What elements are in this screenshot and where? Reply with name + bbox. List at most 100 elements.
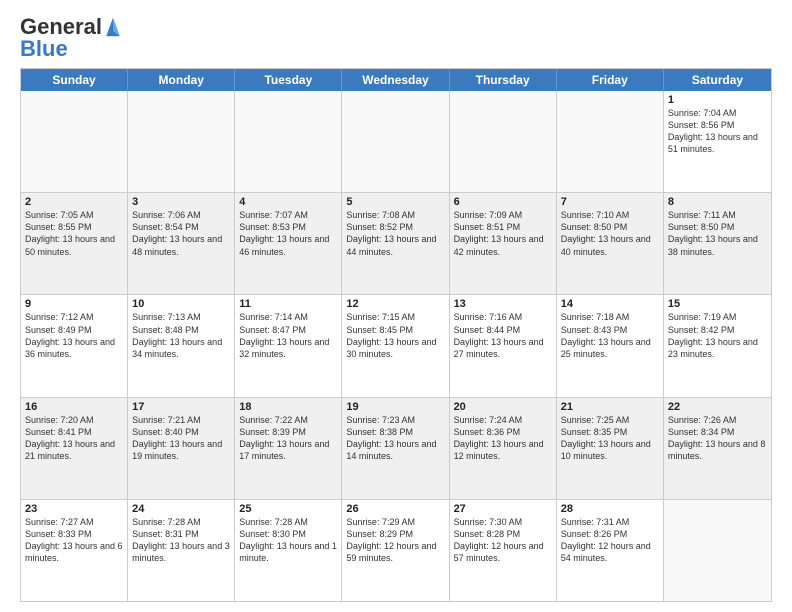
day-number: 3: [132, 196, 230, 208]
calendar-cell: 23Sunrise: 7:27 AM Sunset: 8:33 PM Dayli…: [21, 500, 128, 601]
cell-info: Sunrise: 7:19 AM Sunset: 8:42 PM Dayligh…: [668, 311, 767, 360]
cell-info: Sunrise: 7:07 AM Sunset: 8:53 PM Dayligh…: [239, 209, 337, 258]
calendar-row-4: 23Sunrise: 7:27 AM Sunset: 8:33 PM Dayli…: [21, 499, 771, 601]
header-thursday: Thursday: [450, 69, 557, 91]
day-number: 1: [668, 94, 767, 106]
calendar-cell: 13Sunrise: 7:16 AM Sunset: 8:44 PM Dayli…: [450, 295, 557, 396]
cell-info: Sunrise: 7:23 AM Sunset: 8:38 PM Dayligh…: [346, 414, 444, 463]
day-number: 10: [132, 298, 230, 310]
calendar-cell: 24Sunrise: 7:28 AM Sunset: 8:31 PM Dayli…: [128, 500, 235, 601]
cell-info: Sunrise: 7:14 AM Sunset: 8:47 PM Dayligh…: [239, 311, 337, 360]
logo-text: General: [20, 16, 102, 38]
calendar-row-0: 1Sunrise: 7:04 AM Sunset: 8:56 PM Daylig…: [21, 91, 771, 192]
cell-info: Sunrise: 7:05 AM Sunset: 8:55 PM Dayligh…: [25, 209, 123, 258]
calendar-cell: 22Sunrise: 7:26 AM Sunset: 8:34 PM Dayli…: [664, 398, 771, 499]
header-saturday: Saturday: [664, 69, 771, 91]
cell-info: Sunrise: 7:24 AM Sunset: 8:36 PM Dayligh…: [454, 414, 552, 463]
cell-info: Sunrise: 7:21 AM Sunset: 8:40 PM Dayligh…: [132, 414, 230, 463]
cell-info: Sunrise: 7:08 AM Sunset: 8:52 PM Dayligh…: [346, 209, 444, 258]
cell-info: Sunrise: 7:04 AM Sunset: 8:56 PM Dayligh…: [668, 107, 767, 156]
calendar-cell: 7Sunrise: 7:10 AM Sunset: 8:50 PM Daylig…: [557, 193, 664, 294]
calendar-cell: 19Sunrise: 7:23 AM Sunset: 8:38 PM Dayli…: [342, 398, 449, 499]
calendar-cell: 8Sunrise: 7:11 AM Sunset: 8:50 PM Daylig…: [664, 193, 771, 294]
cell-info: Sunrise: 7:10 AM Sunset: 8:50 PM Dayligh…: [561, 209, 659, 258]
header-tuesday: Tuesday: [235, 69, 342, 91]
day-number: 23: [25, 503, 123, 515]
day-number: 26: [346, 503, 444, 515]
cell-info: Sunrise: 7:16 AM Sunset: 8:44 PM Dayligh…: [454, 311, 552, 360]
calendar-cell: 14Sunrise: 7:18 AM Sunset: 8:43 PM Dayli…: [557, 295, 664, 396]
cell-info: Sunrise: 7:12 AM Sunset: 8:49 PM Dayligh…: [25, 311, 123, 360]
calendar-cell: 16Sunrise: 7:20 AM Sunset: 8:41 PM Dayli…: [21, 398, 128, 499]
header: General Blue: [20, 16, 772, 60]
calendar-row-2: 9Sunrise: 7:12 AM Sunset: 8:49 PM Daylig…: [21, 294, 771, 396]
calendar-cell: [235, 91, 342, 192]
day-number: 13: [454, 298, 552, 310]
cell-info: Sunrise: 7:31 AM Sunset: 8:26 PM Dayligh…: [561, 516, 659, 565]
cell-info: Sunrise: 7:15 AM Sunset: 8:45 PM Dayligh…: [346, 311, 444, 360]
calendar-cell: [342, 91, 449, 192]
calendar-cell: 17Sunrise: 7:21 AM Sunset: 8:40 PM Dayli…: [128, 398, 235, 499]
calendar-cell: 26Sunrise: 7:29 AM Sunset: 8:29 PM Dayli…: [342, 500, 449, 601]
day-number: 2: [25, 196, 123, 208]
day-number: 16: [25, 401, 123, 413]
calendar-cell: 12Sunrise: 7:15 AM Sunset: 8:45 PM Dayli…: [342, 295, 449, 396]
calendar-cell: [664, 500, 771, 601]
day-number: 6: [454, 196, 552, 208]
cell-info: Sunrise: 7:27 AM Sunset: 8:33 PM Dayligh…: [25, 516, 123, 565]
cell-info: Sunrise: 7:30 AM Sunset: 8:28 PM Dayligh…: [454, 516, 552, 565]
day-number: 11: [239, 298, 337, 310]
calendar: SundayMondayTuesdayWednesdayThursdayFrid…: [20, 68, 772, 602]
cell-info: Sunrise: 7:18 AM Sunset: 8:43 PM Dayligh…: [561, 311, 659, 360]
calendar-cell: 9Sunrise: 7:12 AM Sunset: 8:49 PM Daylig…: [21, 295, 128, 396]
cell-info: Sunrise: 7:28 AM Sunset: 8:30 PM Dayligh…: [239, 516, 337, 565]
day-number: 7: [561, 196, 659, 208]
calendar-cell: [557, 91, 664, 192]
cell-info: Sunrise: 7:26 AM Sunset: 8:34 PM Dayligh…: [668, 414, 767, 463]
day-number: 19: [346, 401, 444, 413]
day-number: 20: [454, 401, 552, 413]
calendar-cell: 25Sunrise: 7:28 AM Sunset: 8:30 PM Dayli…: [235, 500, 342, 601]
calendar-row-1: 2Sunrise: 7:05 AM Sunset: 8:55 PM Daylig…: [21, 192, 771, 294]
calendar-header: SundayMondayTuesdayWednesdayThursdayFrid…: [21, 69, 771, 91]
day-number: 27: [454, 503, 552, 515]
day-number: 25: [239, 503, 337, 515]
cell-info: Sunrise: 7:13 AM Sunset: 8:48 PM Dayligh…: [132, 311, 230, 360]
calendar-cell: [21, 91, 128, 192]
calendar-body: 1Sunrise: 7:04 AM Sunset: 8:56 PM Daylig…: [21, 91, 771, 601]
cell-info: Sunrise: 7:25 AM Sunset: 8:35 PM Dayligh…: [561, 414, 659, 463]
cell-info: Sunrise: 7:20 AM Sunset: 8:41 PM Dayligh…: [25, 414, 123, 463]
logo-blue-text: Blue: [20, 38, 68, 60]
calendar-cell: 21Sunrise: 7:25 AM Sunset: 8:35 PM Dayli…: [557, 398, 664, 499]
calendar-cell: [128, 91, 235, 192]
day-number: 4: [239, 196, 337, 208]
calendar-cell: 3Sunrise: 7:06 AM Sunset: 8:54 PM Daylig…: [128, 193, 235, 294]
day-number: 24: [132, 503, 230, 515]
cell-info: Sunrise: 7:29 AM Sunset: 8:29 PM Dayligh…: [346, 516, 444, 565]
cell-info: Sunrise: 7:11 AM Sunset: 8:50 PM Dayligh…: [668, 209, 767, 258]
calendar-cell: 4Sunrise: 7:07 AM Sunset: 8:53 PM Daylig…: [235, 193, 342, 294]
cell-info: Sunrise: 7:06 AM Sunset: 8:54 PM Dayligh…: [132, 209, 230, 258]
header-monday: Monday: [128, 69, 235, 91]
day-number: 18: [239, 401, 337, 413]
calendar-cell: 5Sunrise: 7:08 AM Sunset: 8:52 PM Daylig…: [342, 193, 449, 294]
day-number: 8: [668, 196, 767, 208]
day-number: 5: [346, 196, 444, 208]
day-number: 22: [668, 401, 767, 413]
day-number: 9: [25, 298, 123, 310]
header-friday: Friday: [557, 69, 664, 91]
calendar-cell: 18Sunrise: 7:22 AM Sunset: 8:39 PM Dayli…: [235, 398, 342, 499]
day-number: 17: [132, 401, 230, 413]
day-number: 15: [668, 298, 767, 310]
logo: General Blue: [20, 16, 122, 60]
day-number: 14: [561, 298, 659, 310]
calendar-cell: 15Sunrise: 7:19 AM Sunset: 8:42 PM Dayli…: [664, 295, 771, 396]
calendar-row-3: 16Sunrise: 7:20 AM Sunset: 8:41 PM Dayli…: [21, 397, 771, 499]
logo-icon: [104, 16, 122, 38]
calendar-cell: 11Sunrise: 7:14 AM Sunset: 8:47 PM Dayli…: [235, 295, 342, 396]
day-number: 28: [561, 503, 659, 515]
calendar-cell: 6Sunrise: 7:09 AM Sunset: 8:51 PM Daylig…: [450, 193, 557, 294]
day-number: 12: [346, 298, 444, 310]
header-sunday: Sunday: [21, 69, 128, 91]
cell-info: Sunrise: 7:28 AM Sunset: 8:31 PM Dayligh…: [132, 516, 230, 565]
